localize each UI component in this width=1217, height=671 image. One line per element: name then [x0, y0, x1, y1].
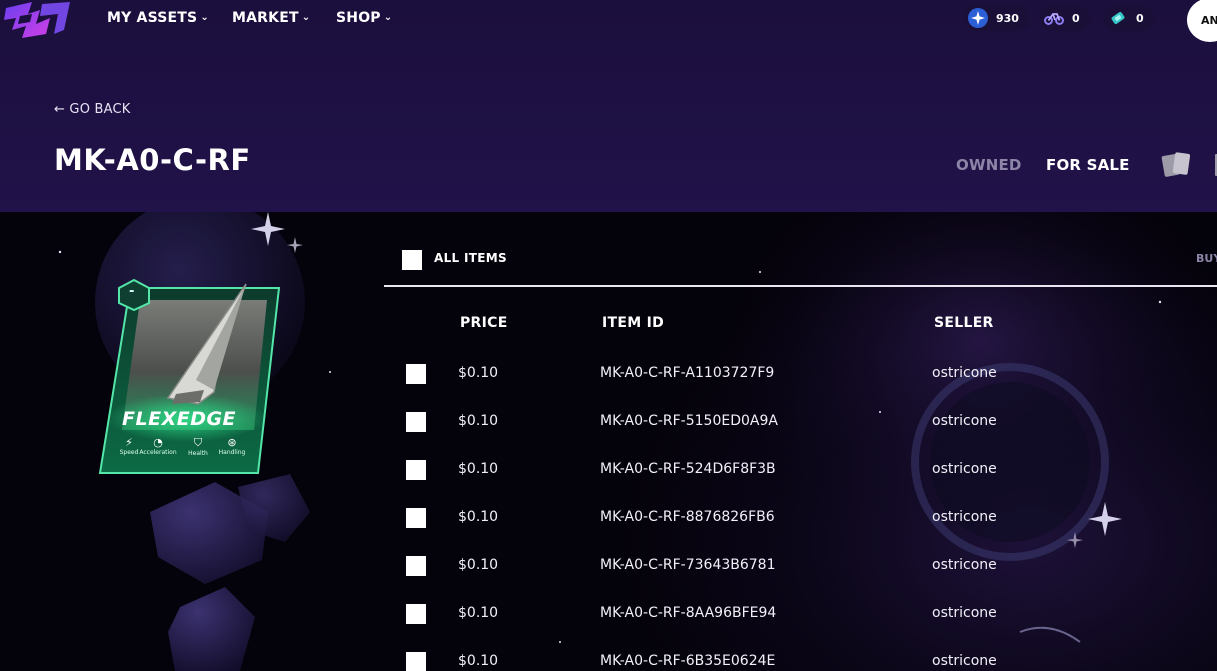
row-item-id[interactable]: MK-A0-C-RF-5150ED0A9A [600, 413, 778, 429]
column-header-seller[interactable]: SELLER [934, 315, 994, 331]
row-item-id[interactable]: MK-A0-C-RF-524D6F8F3B [600, 461, 776, 477]
nav-my-assets-label: MY ASSETS [107, 10, 198, 26]
row-price: $0.10 [458, 461, 499, 477]
row-item-id[interactable]: MK-A0-C-RF-73643B6781 [600, 557, 776, 573]
row-checkbox[interactable] [406, 556, 426, 576]
column-header-item-id[interactable]: ITEM ID [602, 315, 664, 331]
row-seller[interactable]: ostricone [932, 653, 997, 669]
all-items-label: ALL ITEMS [434, 251, 507, 265]
row-price: $0.10 [458, 557, 499, 573]
user-avatar[interactable]: AN [1187, 0, 1217, 42]
user-avatar-text: AN [1201, 13, 1217, 27]
nav-shop-label: SHOP [336, 10, 381, 26]
table-row[interactable]: $0.10 MK-A0-C-RF-8876826FB6 ostricone [0, 508, 1217, 556]
star-balance-value: 930 [996, 11, 1019, 25]
row-price: $0.10 [458, 605, 499, 621]
chevron-down-icon: ⌄ [383, 11, 393, 23]
select-all-checkbox[interactable] [402, 250, 422, 270]
row-price: $0.10 [458, 413, 499, 429]
row-checkbox[interactable] [406, 604, 426, 624]
table-divider [384, 285, 1217, 287]
buy-button[interactable]: BUY [1196, 252, 1217, 265]
tab-for-sale[interactable]: FOR SALE [1046, 156, 1130, 174]
row-item-id[interactable]: MK-A0-C-RF-8876826FB6 [600, 509, 775, 525]
row-seller[interactable]: ostricone [932, 557, 997, 573]
nav-market[interactable]: MARKET ⌄ [232, 10, 310, 26]
row-seller[interactable]: ostricone [932, 413, 997, 429]
table-row[interactable]: $0.10 MK-A0-C-RF-73643B6781 ostricone [0, 556, 1217, 604]
ticket-balance-value: 0 [1136, 11, 1144, 25]
list-view-icon[interactable] [1212, 152, 1217, 178]
go-back-link[interactable]: ← GO BACK [54, 102, 130, 117]
table-row[interactable]: $0.10 MK-A0-C-RF-524D6F8F3B ostricone [0, 460, 1217, 508]
row-checkbox[interactable] [406, 364, 426, 384]
top-navigation: MY ASSETS ⌄ MARKET ⌄ SHOP ⌄ 930 0 0 AN [0, 0, 1217, 42]
row-item-id[interactable]: MK-A0-C-RF-8AA96BFE94 [600, 605, 776, 621]
row-price: $0.10 [458, 365, 499, 381]
row-item-id[interactable]: MK-A0-C-RF-6B35E0624E [600, 653, 775, 669]
row-seller[interactable]: ostricone [932, 461, 997, 477]
chevron-down-icon: ⌄ [200, 11, 209, 23]
bike-token-icon [1044, 8, 1064, 28]
ticket-icon [1108, 8, 1128, 28]
table-row[interactable]: $0.10 MK-A0-C-RF-6B35E0624E ostricone [0, 652, 1217, 671]
row-seller[interactable]: ostricone [932, 605, 997, 621]
column-header-price[interactable]: PRICE [460, 315, 508, 331]
table-row[interactable]: $0.10 MK-A0-C-RF-5150ED0A9A ostricone [0, 412, 1217, 460]
page-title: MK-A0-C-RF [54, 143, 251, 177]
row-seller[interactable]: ostricone [932, 365, 997, 381]
star-coin-icon [968, 8, 988, 28]
cards-view-icon[interactable] [1160, 150, 1194, 180]
chevron-down-icon: ⌄ [301, 11, 311, 23]
table-row[interactable]: $0.10 MK-A0-C-RF-8AA96BFE94 ostricone [0, 604, 1217, 652]
brand-logo[interactable] [2, 0, 72, 40]
row-price: $0.10 [458, 509, 499, 525]
currency-bike-balance[interactable]: 0 [1040, 5, 1090, 31]
row-checkbox[interactable] [406, 412, 426, 432]
table-row[interactable]: $0.10 MK-A0-C-RF-A1103727F9 ostricone [0, 364, 1217, 412]
row-item-id[interactable]: MK-A0-C-RF-A1103727F9 [600, 365, 774, 381]
row-checkbox[interactable] [406, 508, 426, 528]
nav-shop[interactable]: SHOP ⌄ [336, 10, 392, 26]
row-price: $0.10 [458, 653, 499, 669]
currency-star-balance[interactable]: 930 [964, 5, 1029, 31]
bike-balance-value: 0 [1072, 11, 1080, 25]
tab-owned[interactable]: OWNED [956, 156, 1022, 174]
nav-market-label: MARKET [232, 10, 299, 26]
row-seller[interactable]: ostricone [932, 509, 997, 525]
nav-my-assets[interactable]: MY ASSETS ⌄ [107, 10, 209, 26]
row-checkbox[interactable] [406, 460, 426, 480]
row-checkbox[interactable] [406, 652, 426, 671]
currency-ticket-balance[interactable]: 0 [1104, 5, 1154, 31]
card-badge-text: - [129, 284, 135, 299]
